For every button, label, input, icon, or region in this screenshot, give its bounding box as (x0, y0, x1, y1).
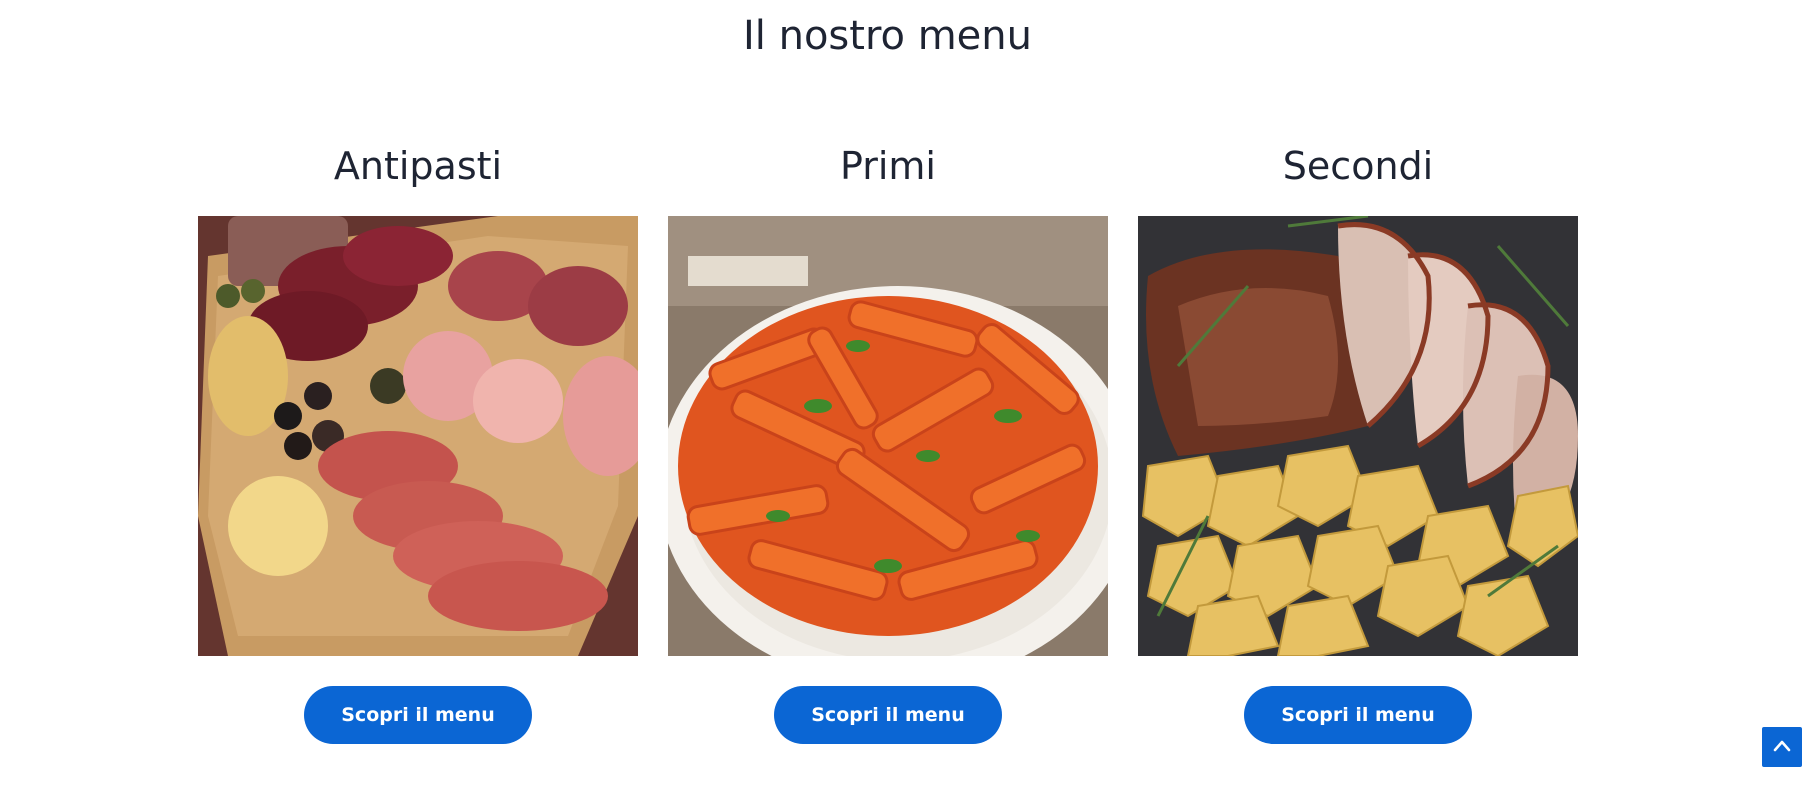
card-title: Primi (839, 144, 936, 188)
discover-menu-button[interactable]: Scopri il menu (1244, 686, 1472, 744)
discover-menu-button[interactable]: Scopri il menu (774, 686, 1002, 744)
charcuterie-board-image (198, 216, 638, 656)
chevron-up-icon (1771, 735, 1793, 760)
page-title: Il nostro menu (742, 13, 1032, 59)
menu-card-primi: Primi Scopri il menu (668, 140, 1108, 744)
card-title: Secondi (1282, 144, 1434, 188)
card-title: Antipasti (333, 144, 503, 188)
menu-section: Il nostro menu Antipasti Scopri il menu … (0, 0, 1807, 789)
discover-menu-button[interactable]: Scopri il menu (304, 686, 532, 744)
back-to-top-button[interactable] (1762, 727, 1802, 767)
roast-pork-potatoes-image (1138, 216, 1578, 656)
menu-card-secondi: Secondi Scopri il menu (1138, 140, 1578, 744)
menu-card-antipasti: Antipasti Scopri il menu (198, 140, 638, 744)
menu-cards: Antipasti Scopri il menu Primi Scopri il… (198, 140, 1578, 744)
penne-pasta-image (668, 216, 1108, 656)
